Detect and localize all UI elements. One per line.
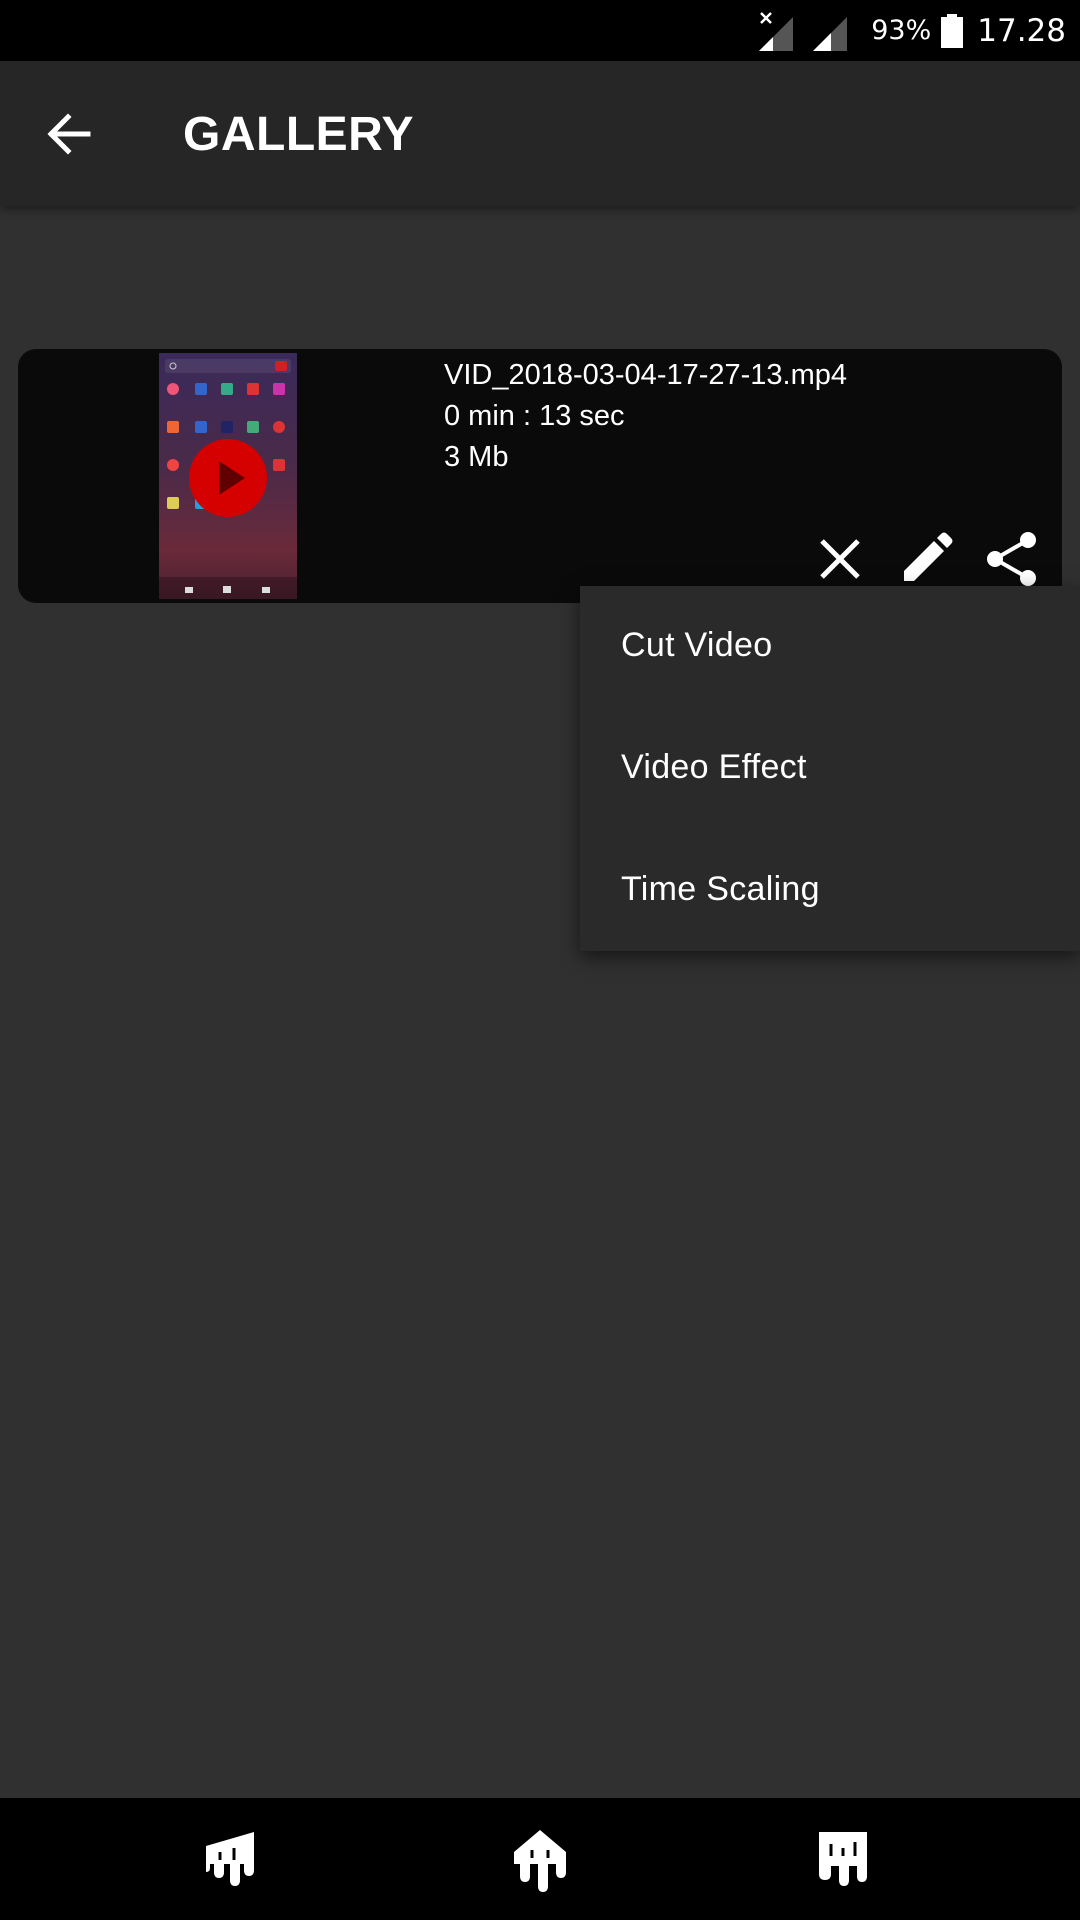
menu-item-label: Video Effect — [621, 748, 807, 786]
drip-icon-3[interactable] — [813, 1828, 873, 1892]
video-card[interactable]: VID_2018-03-04-17-27-13.mp4 0 min : 13 s… — [18, 349, 1062, 603]
status-icons: 93% 17.28 — [755, 0, 1066, 61]
menu-item-label: Time Scaling — [621, 870, 820, 908]
arrow-left-icon[interactable] — [40, 104, 100, 164]
pencil-icon[interactable] — [898, 531, 954, 587]
battery-icon — [941, 13, 964, 48]
app-bar: GALLERY — [0, 61, 1080, 206]
video-size: 3 Mb — [444, 441, 509, 473]
menu-item-label: Cut Video — [621, 626, 773, 664]
edit-menu: Cut Video Video Effect Time Scaling — [580, 586, 1080, 951]
play-button[interactable] — [189, 439, 267, 517]
signal-icon — [813, 16, 848, 51]
menu-item-video-effect[interactable]: Video Effect — [580, 708, 1080, 828]
thumbnail-dock — [159, 577, 297, 599]
signal-no-sim-icon — [759, 11, 794, 51]
menu-item-cut-video[interactable]: Cut Video — [580, 586, 1080, 706]
close-icon[interactable] — [812, 531, 868, 587]
clock: 17.28 — [977, 12, 1066, 49]
play-icon — [219, 461, 245, 495]
bottom-navigation — [0, 1798, 1080, 1920]
video-thumbnail[interactable] — [159, 353, 297, 599]
video-file-name: VID_2018-03-04-17-27-13.mp4 — [444, 359, 848, 391]
battery-percent: 93% — [871, 15, 932, 46]
share-icon[interactable] — [984, 531, 1040, 587]
status-bar: 93% 17.28 — [0, 0, 1080, 61]
page-title: GALLERY — [183, 108, 415, 161]
thumbnail-search-bar — [165, 359, 291, 373]
menu-item-time-scaling[interactable]: Time Scaling — [580, 830, 1080, 950]
video-duration: 0 min : 13 sec — [444, 400, 625, 432]
drip-icon-2[interactable] — [510, 1828, 570, 1892]
drip-icon-1[interactable] — [200, 1828, 260, 1892]
